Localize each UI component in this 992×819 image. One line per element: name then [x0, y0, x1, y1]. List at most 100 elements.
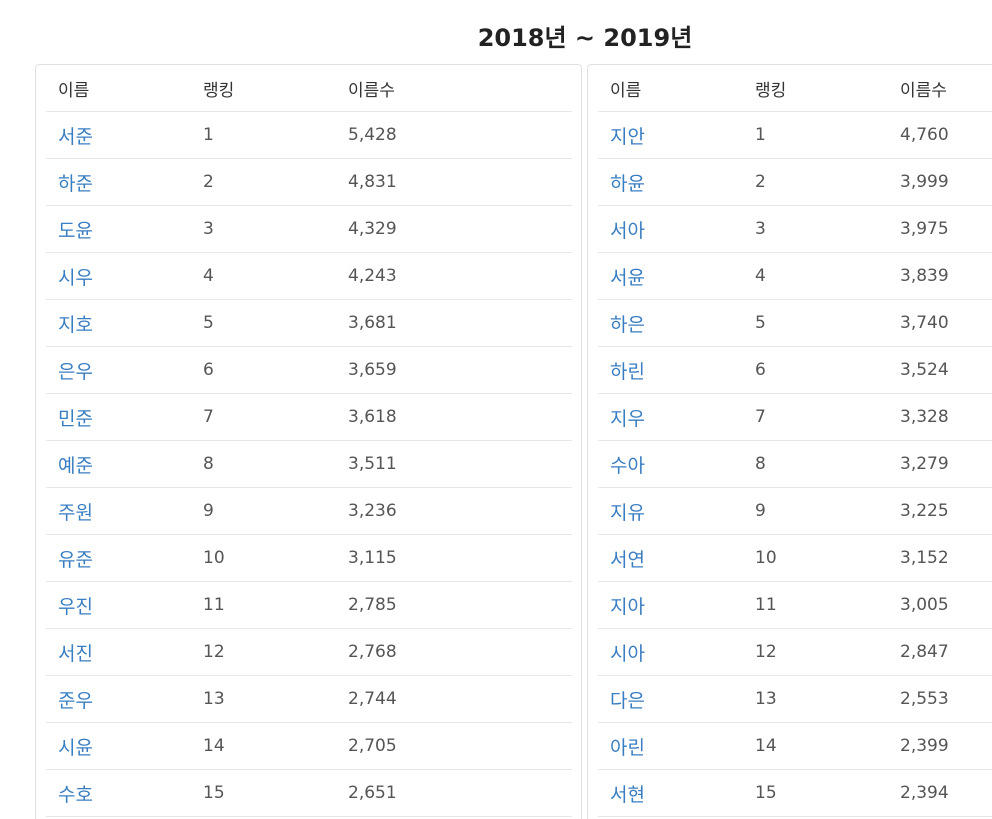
name-link[interactable]: 지유: [610, 502, 645, 524]
name-link[interactable]: 예준: [58, 455, 93, 477]
page: 2018년 ~ 2019년 이름 랭킹 이름수 서준 1 5,428 하준 2 4,831…: [0, 0, 992, 819]
boys-panel: 이름 랭킹 이름수 서준 1 5,428 하준 2 4,831 도윤 3 4,329 시우 4 4,2…: [35, 64, 582, 819]
name-link[interactable]: 수호: [58, 784, 93, 806]
name-link[interactable]: 우진: [58, 596, 93, 618]
name-link[interactable]: 수아: [610, 455, 645, 477]
table-row: 지우 7 3,328: [598, 393, 992, 441]
table-row: 주원 9 3,236: [46, 487, 572, 535]
name-link[interactable]: 시윤: [58, 737, 93, 759]
name-cell: 수아: [598, 440, 743, 488]
rank-cell: 7: [191, 393, 336, 441]
count-cell: 3,005: [888, 581, 992, 629]
name-cell: 시우: [46, 252, 191, 300]
name-link[interactable]: 서아: [610, 220, 645, 242]
rank-cell: 2: [191, 158, 336, 206]
table-row: 준우 13 2,744: [46, 675, 572, 723]
rank-cell: 11: [743, 581, 888, 629]
table-row: 아린 14 2,399: [598, 722, 992, 770]
rank-cell: 12: [191, 628, 336, 676]
name-link[interactable]: 하준: [58, 173, 93, 195]
table-row: 지호 5 3,681: [46, 299, 572, 347]
girls-table-body: 지안 1 4,760 하윤 2 3,999 서아 3 3,975 서윤 4 3,839 하은 5 3,740…: [598, 111, 992, 817]
rank-cell: 6: [743, 346, 888, 394]
name-link[interactable]: 도윤: [58, 220, 93, 242]
name-cell: 준우: [46, 675, 191, 723]
rank-cell: 14: [743, 722, 888, 770]
count-cell: 3,236: [336, 487, 572, 535]
name-link[interactable]: 다은: [610, 690, 645, 712]
name-link[interactable]: 지우: [610, 408, 645, 430]
name-cell: 주원: [46, 487, 191, 535]
name-link[interactable]: 민준: [58, 408, 93, 430]
header-rank: 랭킹: [191, 65, 336, 112]
name-cell: 은우: [46, 346, 191, 394]
table-row: 서준 1 5,428: [46, 111, 572, 159]
table-row: 시우 4 4,243: [46, 252, 572, 300]
header-rank: 랭킹: [743, 65, 888, 112]
header-count: 이름수: [336, 65, 572, 112]
name-cell: 지유: [598, 487, 743, 535]
table-row: 하은 5 3,740: [598, 299, 992, 347]
name-link[interactable]: 아린: [610, 737, 645, 759]
table-row: 유준 10 3,115: [46, 534, 572, 582]
name-link[interactable]: 서연: [610, 549, 645, 571]
name-cell: 지안: [598, 111, 743, 159]
rank-cell: 9: [743, 487, 888, 535]
count-cell: 2,553: [888, 675, 992, 723]
name-cell: 서아: [598, 205, 743, 253]
count-cell: 3,524: [888, 346, 992, 394]
name-cell: 지호: [46, 299, 191, 347]
name-link[interactable]: 서준: [58, 126, 93, 148]
name-link[interactable]: 하윤: [610, 173, 645, 195]
name-link[interactable]: 유준: [58, 549, 93, 571]
count-cell: 2,847: [888, 628, 992, 676]
name-cell: 도윤: [46, 205, 191, 253]
name-link[interactable]: 지안: [610, 126, 645, 148]
rank-cell: 10: [191, 534, 336, 582]
name-cell: 하은: [598, 299, 743, 347]
name-link[interactable]: 하은: [610, 314, 645, 336]
name-link[interactable]: 은우: [58, 361, 93, 383]
name-cell: 서현: [598, 769, 743, 817]
rank-cell: 4: [191, 252, 336, 300]
name-cell: 하윤: [598, 158, 743, 206]
name-link[interactable]: 주원: [58, 502, 93, 524]
name-link[interactable]: 서현: [610, 784, 645, 806]
name-cell: 우진: [46, 581, 191, 629]
rank-cell: 14: [191, 722, 336, 770]
count-cell: 3,279: [888, 440, 992, 488]
name-cell: 유준: [46, 534, 191, 582]
rank-cell: 15: [743, 769, 888, 817]
name-link[interactable]: 하린: [610, 361, 645, 383]
table-row: 하린 6 3,524: [598, 346, 992, 394]
name-link[interactable]: 서윤: [610, 267, 645, 289]
girls-panel: 이름 랭킹 이름수 지안 1 4,760 하윤 2 3,999 서아 3 3,975 서윤 4 3,8…: [587, 64, 992, 819]
name-cell: 시윤: [46, 722, 191, 770]
name-cell: 아린: [598, 722, 743, 770]
name-link[interactable]: 시아: [610, 643, 645, 665]
table-row: 하윤 2 3,999: [598, 158, 992, 206]
name-cell: 지아: [598, 581, 743, 629]
name-cell: 민준: [46, 393, 191, 441]
rank-cell: 5: [743, 299, 888, 347]
count-cell: 3,999: [888, 158, 992, 206]
count-cell: 3,975: [888, 205, 992, 253]
count-cell: 3,152: [888, 534, 992, 582]
page-title: 2018년 ~ 2019년: [477, 24, 693, 52]
count-cell: 2,768: [336, 628, 572, 676]
table-row: 하준 2 4,831: [46, 158, 572, 206]
rank-cell: 12: [743, 628, 888, 676]
name-link[interactable]: 서진: [58, 643, 93, 665]
table-row: 지안 1 4,760: [598, 111, 992, 159]
name-cell: 서연: [598, 534, 743, 582]
rank-cell: 1: [191, 111, 336, 159]
count-cell: 2,394: [888, 769, 992, 817]
name-link[interactable]: 시우: [58, 267, 93, 289]
table-row: 서연 10 3,152: [598, 534, 992, 582]
table-row: 민준 7 3,618: [46, 393, 572, 441]
name-link[interactable]: 준우: [58, 690, 93, 712]
name-link[interactable]: 지호: [58, 314, 93, 336]
name-link[interactable]: 지아: [610, 596, 645, 618]
count-cell: 3,659: [336, 346, 572, 394]
table-row: 서현 15 2,394: [598, 769, 992, 817]
